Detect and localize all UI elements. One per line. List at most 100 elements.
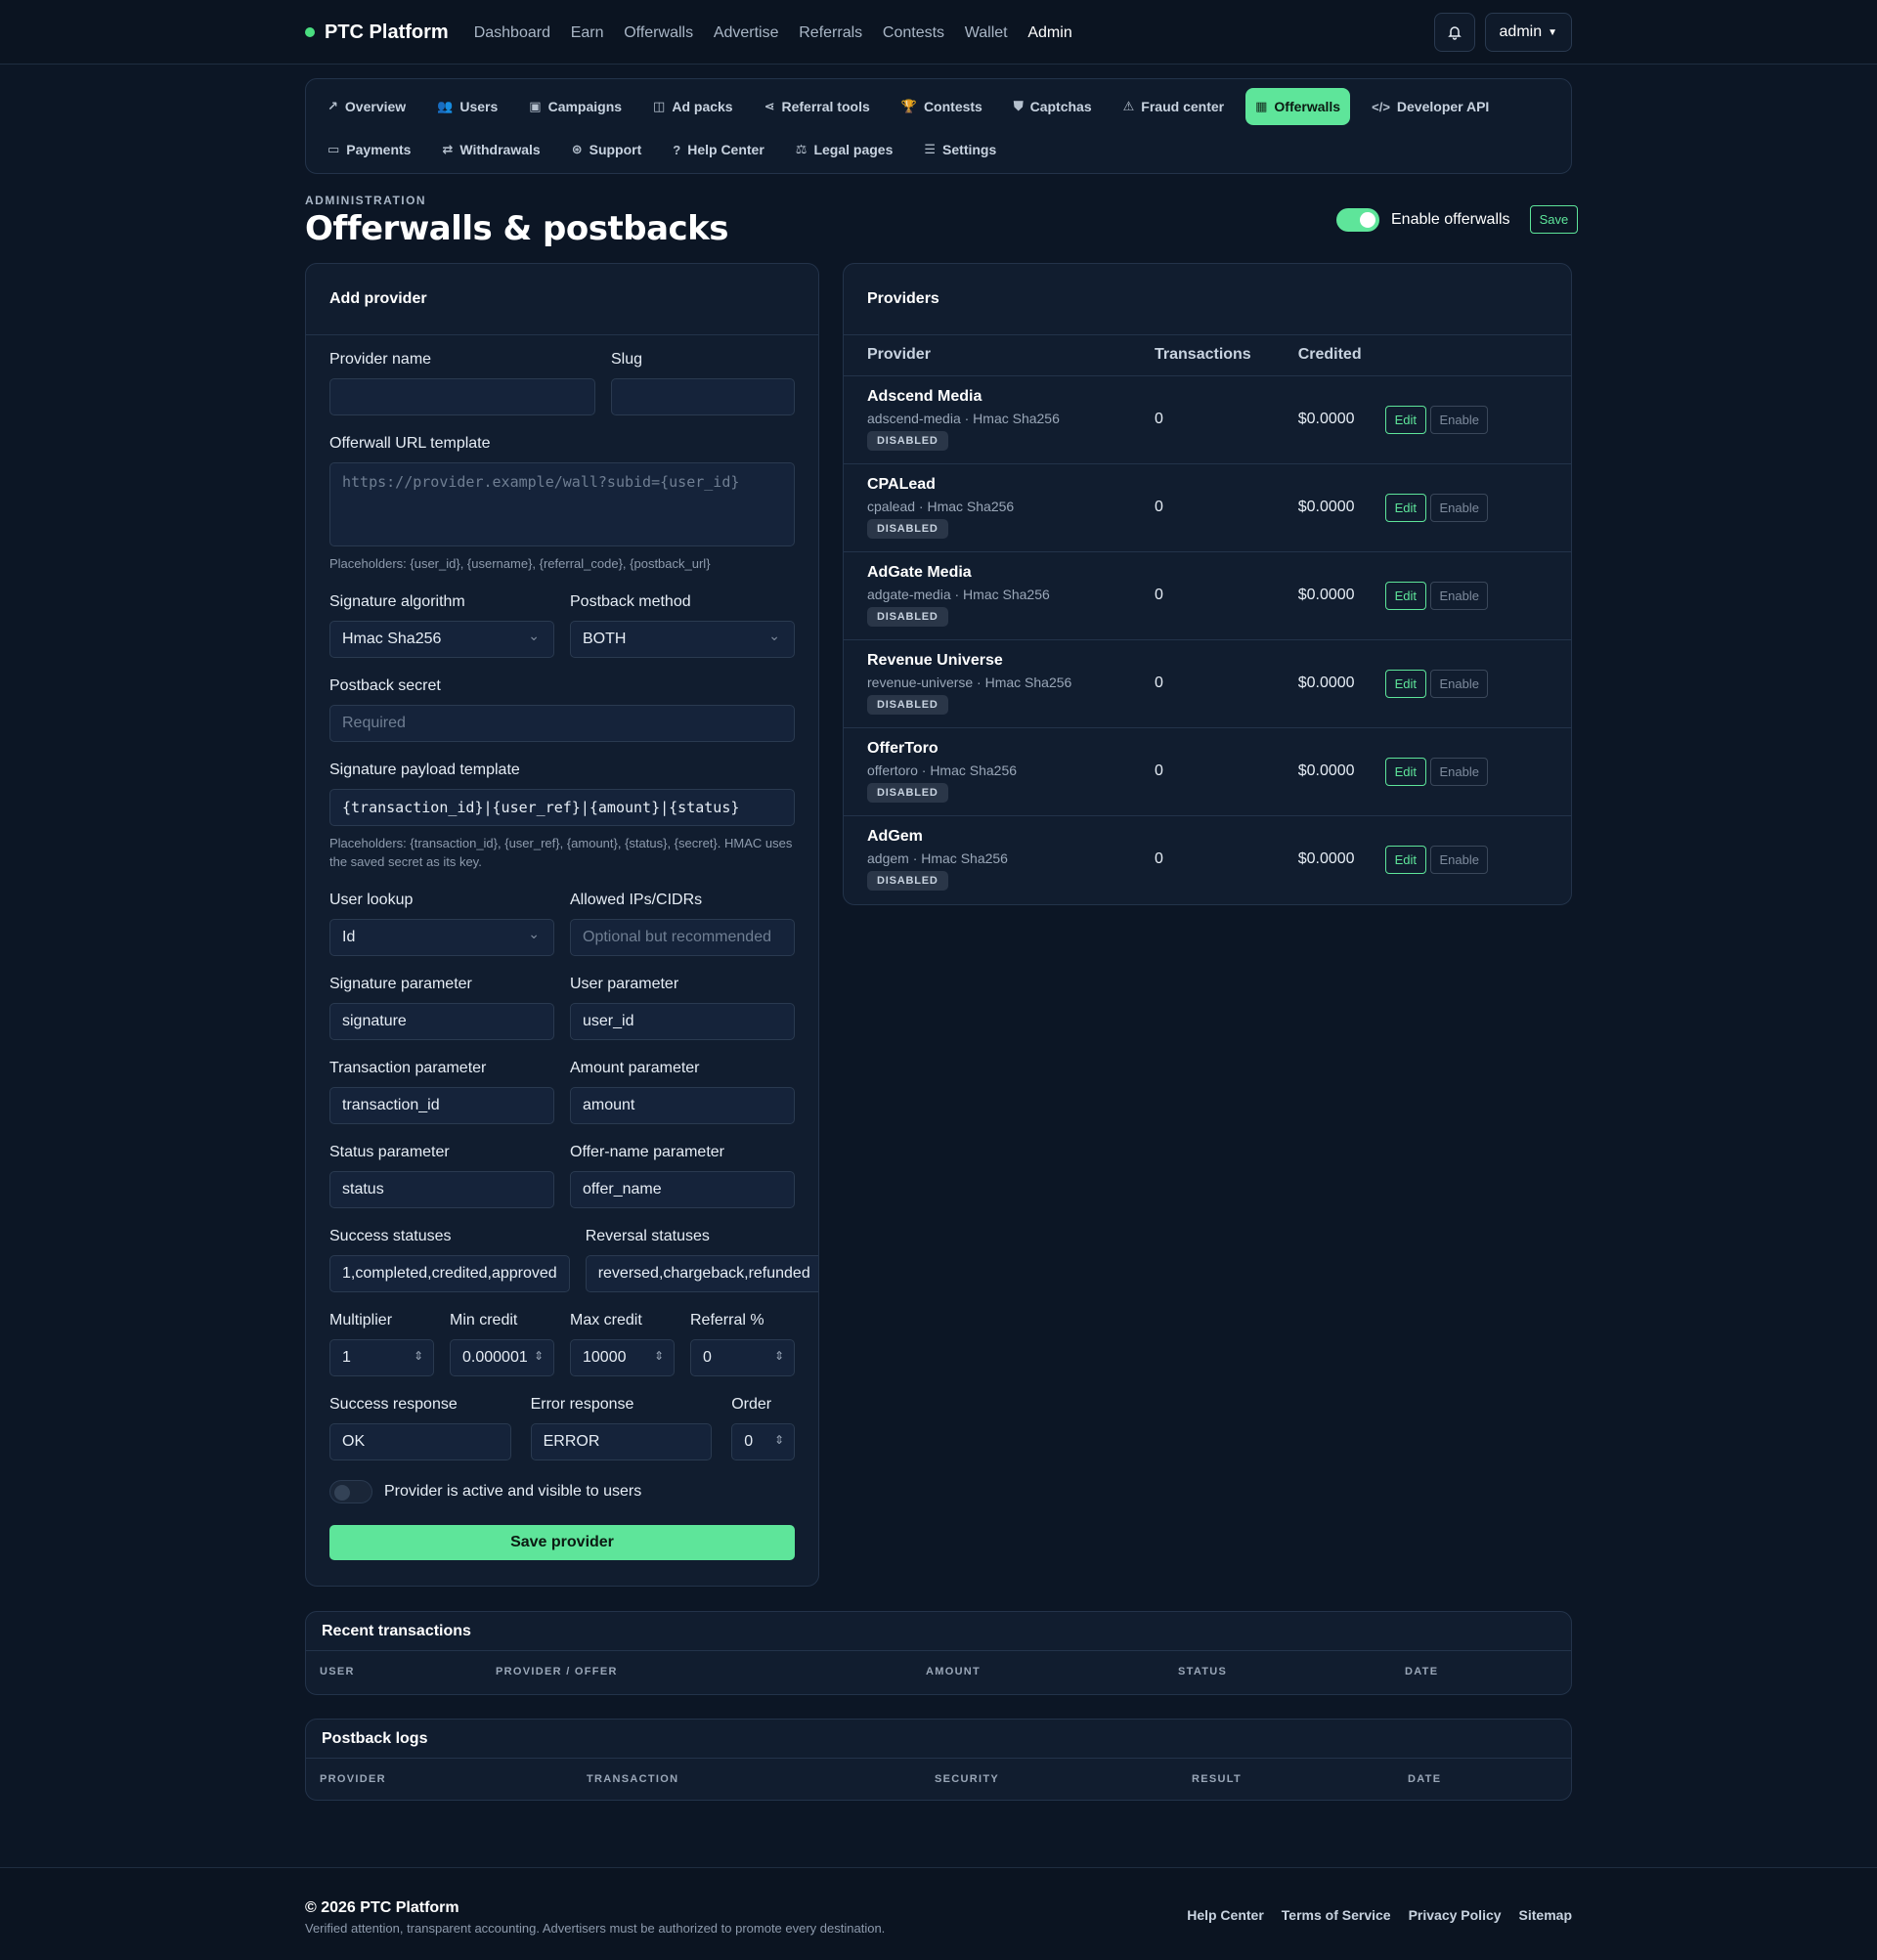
nav-admin[interactable]: Admin bbox=[1027, 24, 1071, 41]
save-provider-button[interactable]: Save provider bbox=[329, 1524, 795, 1560]
tab-legal-pages[interactable]: ⚖ Legal pages bbox=[786, 131, 903, 168]
tx-col-amount: AMOUNT bbox=[926, 1666, 982, 1677]
tab-withdrawals[interactable]: ⇄ Withdrawals bbox=[432, 131, 549, 168]
tab-contests[interactable]: 🏆 Contests bbox=[892, 88, 992, 125]
campaigns-icon: ▣ bbox=[529, 99, 542, 113]
user-menu-button[interactable]: admin ▼ bbox=[1484, 13, 1572, 52]
tab-developer-api[interactable]: </> Developer API bbox=[1362, 88, 1499, 125]
support-icon: ⊛ bbox=[571, 142, 583, 156]
edit-provider-button[interactable]: Edit bbox=[1384, 669, 1427, 698]
enable-provider-button[interactable]: Enable bbox=[1430, 845, 1488, 874]
edit-provider-button[interactable]: Edit bbox=[1384, 581, 1427, 610]
providers-col-transactions: Transactions bbox=[1131, 335, 1275, 376]
enable-provider-button[interactable]: Enable bbox=[1430, 757, 1488, 786]
transactions-cell: 0 bbox=[1155, 850, 1163, 868]
min-credit-input[interactable]: 0.000001 bbox=[450, 1338, 554, 1376]
provider-name-input[interactable] bbox=[329, 378, 595, 415]
tab-support[interactable]: ⊛ Support bbox=[562, 131, 652, 168]
enable-provider-button[interactable]: Enable bbox=[1430, 405, 1488, 434]
enable-provider-button[interactable]: Enable bbox=[1430, 669, 1488, 698]
success-response-input[interactable]: OK bbox=[329, 1422, 511, 1460]
transactions-cell: 0 bbox=[1131, 375, 1275, 464]
credited-cell: $0.0000 bbox=[1274, 639, 1385, 728]
order-input[interactable]: 0 bbox=[731, 1422, 795, 1460]
provider-active-label: Provider is active and visible to users bbox=[384, 1482, 642, 1500]
status-parameter-input[interactable]: status bbox=[329, 1170, 554, 1208]
edit-provider-button[interactable]: Edit bbox=[1384, 493, 1427, 522]
tab-help-center[interactable]: ? Help Center bbox=[663, 131, 774, 168]
footer-link-terms[interactable]: Terms of Service bbox=[1282, 1907, 1391, 1923]
offer-name-parameter-input[interactable]: offer_name bbox=[570, 1170, 795, 1208]
tx-col-date: DATE bbox=[1405, 1666, 1439, 1677]
error-response-input[interactable]: ERROR bbox=[530, 1422, 713, 1460]
nav-dashboard[interactable]: Dashboard bbox=[474, 24, 550, 41]
footer-link-sitemap[interactable]: Sitemap bbox=[1519, 1907, 1572, 1923]
tab-fraud-center[interactable]: ⚠ Fraud center bbox=[1113, 88, 1234, 125]
tab-campaigns[interactable]: ▣ Campaigns bbox=[519, 88, 632, 125]
tab-payments[interactable]: ▭ Payments bbox=[318, 131, 420, 168]
nav-earn[interactable]: Earn bbox=[571, 24, 604, 41]
footer-link-help-center[interactable]: Help Center bbox=[1187, 1907, 1264, 1923]
slug-input[interactable] bbox=[611, 378, 795, 415]
help-center-icon: ? bbox=[673, 142, 681, 157]
fraud-center-icon: ⚠ bbox=[1122, 99, 1135, 113]
enable-offerwalls-label: Enable offerwalls bbox=[1391, 210, 1510, 228]
tab-overview[interactable]: ↗ Overview bbox=[318, 88, 415, 125]
url-template-textarea[interactable]: https://provider.example/wall?subid={use… bbox=[329, 462, 795, 546]
nav-offerwalls[interactable]: Offerwalls bbox=[624, 24, 693, 41]
tab-ad-packs[interactable]: ◫ Ad packs bbox=[643, 88, 743, 125]
tab-label: Users bbox=[459, 99, 499, 114]
users-icon: 👥 bbox=[437, 99, 454, 113]
nav-contests[interactable]: Contests bbox=[883, 24, 944, 41]
enable-provider-button[interactable]: Enable bbox=[1430, 493, 1488, 522]
provider-meta: cpalead · Hmac Sha256 bbox=[867, 499, 1015, 514]
provider-meta: adgate-media · Hmac Sha256 bbox=[867, 587, 1050, 602]
notifications-button[interactable] bbox=[1433, 13, 1475, 52]
log-col-transaction: TRANSACTION bbox=[587, 1773, 679, 1785]
edit-provider-button[interactable]: Edit bbox=[1384, 757, 1427, 786]
nav-advertise[interactable]: Advertise bbox=[714, 24, 779, 41]
user-parameter-input[interactable]: user_id bbox=[570, 1002, 795, 1040]
providers-col-credited: Credited bbox=[1274, 335, 1385, 376]
actions-cell: Edit Enable bbox=[1384, 551, 1571, 640]
actions-cell: Edit Enable bbox=[1384, 727, 1571, 816]
tab-label: Contests bbox=[923, 99, 982, 114]
amount-parameter-input[interactable]: amount bbox=[570, 1086, 795, 1124]
footer-link-privacy[interactable]: Privacy Policy bbox=[1409, 1907, 1502, 1923]
signature-payload-input[interactable]: {transaction_id}|{user_ref}|{amount}|{st… bbox=[329, 788, 795, 826]
tab-users[interactable]: 👥 Users bbox=[427, 88, 507, 125]
provider-cell: Adscend Media adscend-media · Hmac Sha256… bbox=[844, 375, 1131, 464]
signature-algorithm-select[interactable]: Hmac Sha256 bbox=[329, 620, 554, 658]
tab-referral-tools[interactable]: ⋖ Referral tools bbox=[755, 88, 880, 125]
credited-cell: $0.0000 bbox=[1274, 727, 1385, 816]
postback-method-select[interactable]: BOTH bbox=[570, 620, 795, 658]
enable-provider-button[interactable]: Enable bbox=[1430, 581, 1488, 610]
max-credit-input[interactable]: 10000 bbox=[570, 1338, 675, 1376]
tab-label: Help Center bbox=[687, 142, 764, 157]
brand-name: PTC Platform bbox=[325, 21, 449, 43]
transaction-parameter-input[interactable]: transaction_id bbox=[329, 1086, 554, 1124]
referral-percent-input[interactable]: 0 bbox=[690, 1338, 795, 1376]
tab-settings[interactable]: ☰ Settings bbox=[914, 131, 1006, 168]
brand-dot-icon bbox=[305, 27, 315, 37]
enable-offerwalls-control: Enable offerwalls Save bbox=[1336, 205, 1579, 234]
postback-secret-input[interactable]: Required bbox=[329, 704, 795, 742]
save-settings-button[interactable]: Save bbox=[1529, 205, 1579, 234]
success-statuses-input[interactable]: 1,completed,credited,approved bbox=[329, 1254, 570, 1292]
multiplier-input[interactable]: 1 bbox=[329, 1338, 434, 1376]
enable-offerwalls-toggle[interactable] bbox=[1336, 207, 1379, 232]
provider-active-toggle[interactable] bbox=[329, 1479, 372, 1503]
status-badge: DISABLED bbox=[867, 431, 948, 451]
user-lookup-select[interactable]: Id bbox=[329, 918, 554, 956]
nav-referrals[interactable]: Referrals bbox=[799, 24, 862, 41]
edit-provider-button[interactable]: Edit bbox=[1384, 405, 1427, 434]
signature-parameter-input[interactable]: signature bbox=[329, 1002, 554, 1040]
recent-transactions-card: Recent transactions USER PROVIDER / OFFE… bbox=[305, 1611, 1572, 1695]
allowed-ips-input[interactable]: Optional but recommended bbox=[570, 918, 795, 956]
nav-wallet[interactable]: Wallet bbox=[965, 24, 1008, 41]
tab-offerwalls[interactable]: ▦ Offerwalls bbox=[1245, 88, 1351, 125]
brand[interactable]: PTC Platform bbox=[305, 22, 449, 44]
reversal-statuses-input[interactable]: reversed,chargeback,refunded bbox=[585, 1254, 818, 1292]
tab-captchas[interactable]: ⛊ Captchas bbox=[1004, 88, 1102, 125]
edit-provider-button[interactable]: Edit bbox=[1384, 845, 1427, 874]
